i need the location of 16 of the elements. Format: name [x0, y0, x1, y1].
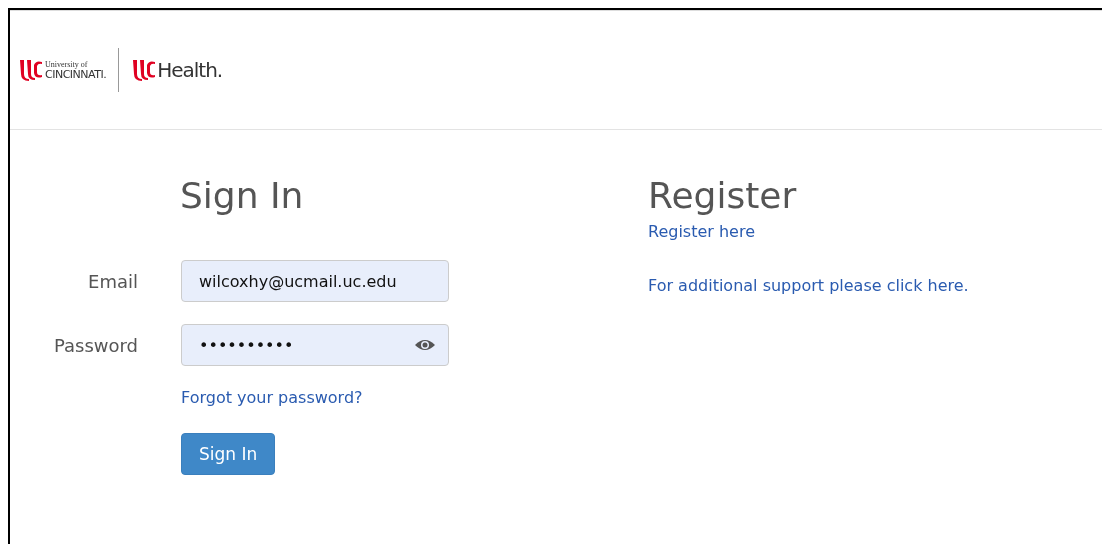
eye-icon[interactable] [414, 338, 436, 352]
logo-subtitle: University of [45, 60, 88, 69]
logo-icon [131, 57, 158, 83]
page-heading: Sign In [180, 174, 305, 218]
email-field[interactable]: wilcoxhy@ucmail.uc.edu [181, 260, 449, 302]
page-heading: Register [648, 174, 797, 218]
logo-icon [18, 57, 44, 83]
logo-wordmark: Health. [157, 58, 223, 82]
field-label: Email [87, 270, 138, 292]
sign-in-button[interactable]: Sign In [181, 433, 276, 475]
support-link[interactable]: For additional support please click here. [648, 276, 969, 295]
field-label: Password [52, 334, 138, 356]
register-link[interactable]: Register here [648, 222, 755, 241]
forgot-password-link[interactable]: Forgot your password? [181, 388, 363, 407]
logo-wordmark: CINCINNATI. [45, 68, 107, 80]
password-field[interactable]: •••••••••• [181, 324, 449, 366]
